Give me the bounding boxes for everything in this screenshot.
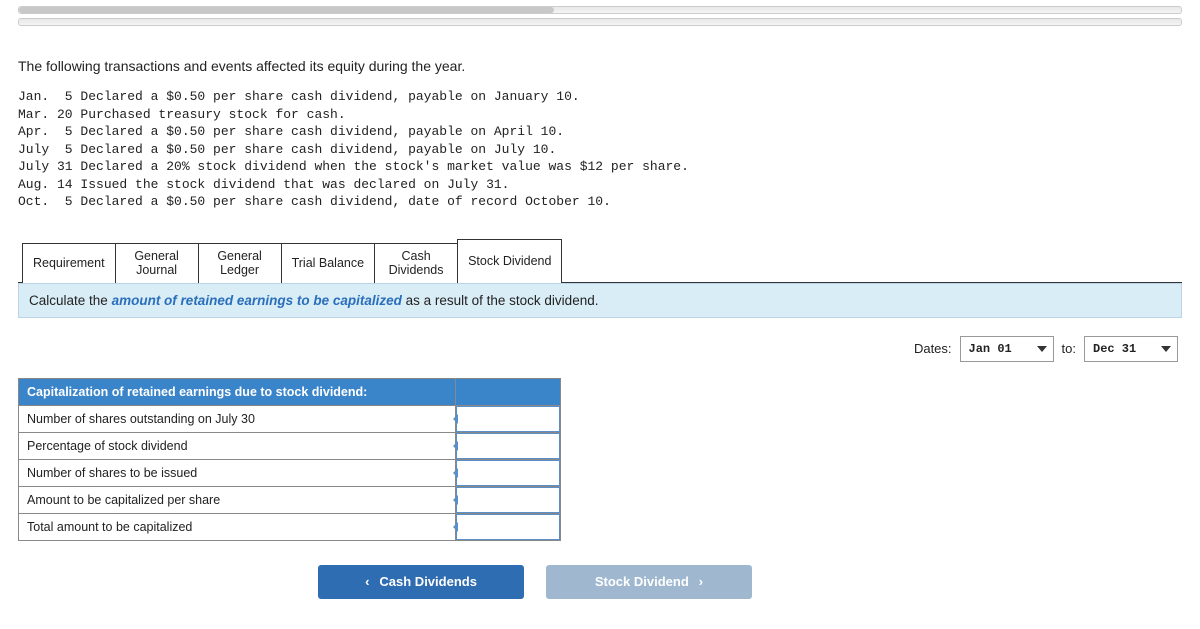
instruction-prefix: Calculate the bbox=[29, 293, 112, 308]
table-row: Number of shares outstanding on July 30 bbox=[19, 405, 561, 432]
tab-strip: RequirementGeneral JournalGeneral Ledger… bbox=[22, 239, 1182, 283]
row-label: Percentage of stock dividend bbox=[19, 432, 456, 459]
next-button-label: Stock Dividend bbox=[595, 574, 689, 589]
table-row: Number of shares to be issued bbox=[19, 459, 561, 486]
row-label: Total amount to be capitalized bbox=[19, 513, 456, 540]
table-header-value bbox=[456, 378, 561, 405]
dates-to-label: to: bbox=[1062, 341, 1076, 356]
instruction-suffix: as a result of the stock dividend. bbox=[402, 293, 599, 308]
row-label: Number of shares to be issued bbox=[19, 459, 456, 486]
date-to-select[interactable]: Dec 31 bbox=[1084, 336, 1178, 362]
chevron-right-icon: › bbox=[699, 574, 703, 589]
instruction-bar: Calculate the amount of retained earning… bbox=[18, 283, 1182, 318]
table-row: Percentage of stock dividend bbox=[19, 432, 561, 459]
dates-label: Dates: bbox=[914, 341, 952, 356]
dates-row: Dates: Jan 01 to: Dec 31 bbox=[18, 318, 1182, 378]
chevron-down-icon bbox=[1161, 346, 1171, 352]
table-row: Total amount to be capitalized bbox=[19, 513, 561, 540]
tab-stock-dividend[interactable]: Stock Dividend bbox=[457, 239, 562, 283]
date-from-value: Jan 01 bbox=[969, 342, 1012, 356]
nav-buttons: ‹ Cash Dividends Stock Dividend › bbox=[318, 565, 1182, 599]
table-header: Capitalization of retained earnings due … bbox=[19, 378, 456, 405]
row-value-input[interactable] bbox=[456, 486, 561, 513]
intro-text: The following transactions and events af… bbox=[18, 58, 1182, 74]
chevron-left-icon: ‹ bbox=[365, 574, 369, 589]
chevron-down-icon bbox=[1037, 346, 1047, 352]
row-value-input[interactable] bbox=[456, 459, 561, 486]
capitalization-table: Capitalization of retained earnings due … bbox=[18, 378, 561, 541]
table-row: Amount to be capitalized per share bbox=[19, 486, 561, 513]
row-value-input[interactable] bbox=[456, 513, 561, 540]
transactions-block: Jan. 5 Declared a $0.50 per share cash d… bbox=[18, 88, 1182, 211]
date-to-value: Dec 31 bbox=[1093, 342, 1136, 356]
row-value-input[interactable] bbox=[456, 405, 561, 432]
instruction-highlight: amount of retained earnings to be capita… bbox=[112, 293, 402, 308]
tab-trial-balance[interactable]: Trial Balance bbox=[281, 243, 376, 283]
tab-general-ledger[interactable]: General Ledger bbox=[198, 243, 282, 283]
row-label: Amount to be capitalized per share bbox=[19, 486, 456, 513]
date-from-select[interactable]: Jan 01 bbox=[960, 336, 1054, 362]
row-label: Number of shares outstanding on July 30 bbox=[19, 405, 456, 432]
tab-requirement[interactable]: Requirement bbox=[22, 243, 116, 283]
horizontal-scrollbars[interactable] bbox=[18, 6, 1182, 36]
prev-button-label: Cash Dividends bbox=[379, 574, 477, 589]
tab-cash-dividends[interactable]: Cash Dividends bbox=[374, 243, 458, 283]
row-value-input[interactable] bbox=[456, 432, 561, 459]
next-button[interactable]: Stock Dividend › bbox=[546, 565, 752, 599]
tab-general-journal[interactable]: General Journal bbox=[115, 243, 199, 283]
prev-button[interactable]: ‹ Cash Dividends bbox=[318, 565, 524, 599]
